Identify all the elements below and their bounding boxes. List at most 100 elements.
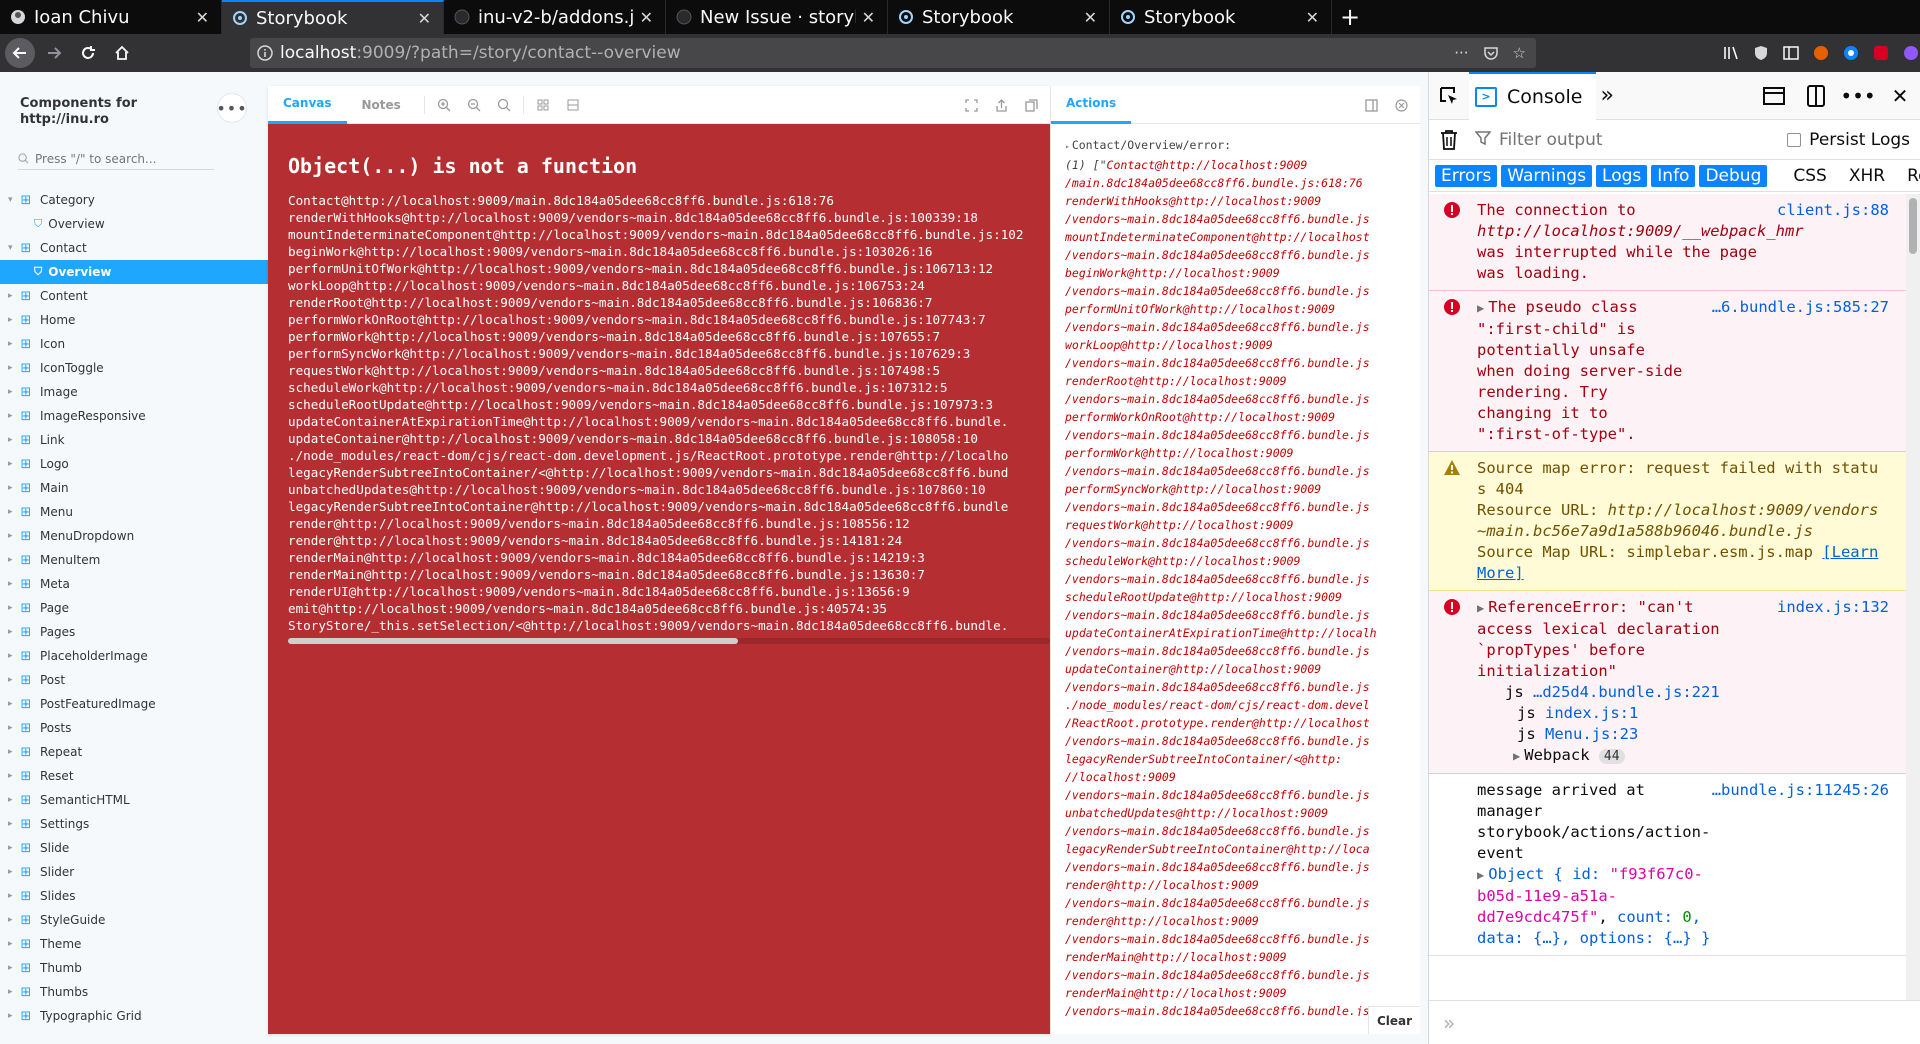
sidebar-group-item[interactable]: ▸ ⊞ PlaceholderImage xyxy=(0,644,268,668)
back-button[interactable] xyxy=(5,38,35,68)
share-icon[interactable] xyxy=(990,94,1012,116)
console-message-log[interactable]: …bundle.js:11245:26 message arrived at m… xyxy=(1429,774,1907,956)
tab-console[interactable]: > Console xyxy=(1469,71,1597,120)
sidebar-group-item[interactable]: ▸ ⊞ Content xyxy=(0,284,268,308)
zoom-in-icon[interactable] xyxy=(433,94,455,116)
close-icon[interactable]: ✕ xyxy=(1084,8,1097,27)
trash-icon[interactable] xyxy=(1429,129,1469,151)
expand-arrow-icon[interactable]: ▸ xyxy=(8,819,20,829)
library-icon[interactable] xyxy=(1720,42,1742,64)
pocket-icon[interactable] xyxy=(1483,45,1499,61)
extension-icon[interactable] xyxy=(1840,42,1862,64)
more-menu-button[interactable]: ••• xyxy=(216,94,247,122)
extension-icon[interactable] xyxy=(1870,42,1892,64)
sidebar-icon[interactable] xyxy=(1780,42,1802,64)
expand-arrow-icon[interactable]: ▸ xyxy=(8,675,20,685)
expand-arrow-icon[interactable]: ▸ xyxy=(1065,142,1070,151)
brand-title[interactable]: Components for http://inu.ro xyxy=(20,96,137,128)
forward-button[interactable] xyxy=(39,38,69,68)
sidebar-group-item[interactable]: ▸ ⊞ Theme xyxy=(0,932,268,956)
expand-arrow-icon[interactable]: ▸ xyxy=(8,915,20,925)
browser-tab-4[interactable]: New Issue · storybo ✕ xyxy=(666,0,888,34)
sidebar-group-item[interactable]: ▾ ⊞ Contact xyxy=(0,236,268,260)
url-bar[interactable]: localhost:9009/?path=/story/contact--ove… xyxy=(250,38,1536,68)
expand-arrow-icon[interactable]: ▸ xyxy=(8,459,20,469)
copy-icon[interactable] xyxy=(1020,94,1042,116)
scrollbar-thumb[interactable] xyxy=(288,638,738,644)
expand-arrow-icon[interactable]: ▸ xyxy=(8,627,20,637)
sidebar-group-item[interactable]: ▸ ⊞ PostFeaturedImage xyxy=(0,692,268,716)
browser-tab-6[interactable]: Storybook ✕ xyxy=(1110,0,1332,34)
expand-arrow-icon[interactable]: ▸ xyxy=(8,387,20,397)
filter-output-input[interactable]: Filter output xyxy=(1474,130,1603,150)
expand-arrow-icon[interactable]: ▸ xyxy=(8,651,20,661)
webpack-group[interactable]: ▶ Webpack 44 xyxy=(1513,745,1897,767)
stack-frame[interactable]: js index.js:1 xyxy=(1517,703,1897,724)
more-options-icon[interactable]: ••• xyxy=(1840,84,1875,108)
shield-icon[interactable] xyxy=(1750,42,1772,64)
sidebar-group-item[interactable]: ▸ ⊞ Main xyxy=(0,476,268,500)
message-source-link[interactable]: client.js:88 xyxy=(1777,200,1889,221)
expand-arrow-icon[interactable]: ▸ xyxy=(8,339,20,349)
action-name[interactable]: ▸ Contact/Overview/error: xyxy=(1065,136,1405,156)
close-icon[interactable]: ✕ xyxy=(862,8,875,27)
sidebar-group-item[interactable]: ▸ ⊞ IconToggle xyxy=(0,356,268,380)
expand-arrow-icon[interactable]: ▸ xyxy=(8,315,20,325)
stack-frame[interactable]: js …d25d4.bundle.js:221 xyxy=(1505,682,1897,703)
expand-arrow-icon[interactable]: ▸ xyxy=(8,963,20,973)
expand-arrow-icon[interactable]: ▸ xyxy=(8,411,20,421)
filter-logs-button[interactable]: Logs xyxy=(1596,164,1648,187)
persist-logs-checkbox[interactable]: Persist Logs xyxy=(1787,130,1910,150)
sidebar-group-item[interactable]: ▸ ⊞ MenuItem xyxy=(0,548,268,572)
sidebar-group-item[interactable]: ▸ ⊞ StyleGuide xyxy=(0,908,268,932)
sidebar-group-item[interactable]: ▸ ⊞ Pages xyxy=(0,620,268,644)
sidebar-story-item[interactable]: ⛉ Overview xyxy=(0,260,268,284)
expand-arrow-icon[interactable]: ▸ xyxy=(8,747,20,757)
sidebar-group-item[interactable]: ▸ ⊞ Home xyxy=(0,308,268,332)
browser-tab-1[interactable]: Ioan Chivu ✕ xyxy=(0,0,222,34)
filter-info-button[interactable]: Info xyxy=(1651,164,1696,187)
expand-arrow-icon[interactable]: ▸ xyxy=(8,723,20,733)
sidebar-group-item[interactable]: ▸ ⊞ Icon xyxy=(0,332,268,356)
message-source-link[interactable]: index.js:132 xyxy=(1777,597,1889,618)
sidebar-group-item[interactable]: ▸ ⊞ Slider xyxy=(0,860,268,884)
dock-side-icon[interactable] xyxy=(1804,84,1828,108)
console-input[interactable]: » xyxy=(1429,1000,1920,1044)
expand-arrow-icon[interactable]: ▶ xyxy=(1477,301,1484,315)
browser-tab-5[interactable]: Storybook ✕ xyxy=(888,0,1110,34)
filter-xhr-button[interactable]: XHR xyxy=(1843,165,1891,187)
expand-arrow-icon[interactable]: ▸ xyxy=(8,579,20,589)
filter-debug-button[interactable]: Debug xyxy=(1699,164,1768,187)
sidebar-story-item[interactable]: ⛉ Overview xyxy=(0,212,268,236)
home-button[interactable] xyxy=(107,38,137,68)
close-icon[interactable]: ✕ xyxy=(196,8,209,27)
expand-arrow-icon[interactable]: ▸ xyxy=(8,795,20,805)
logged-object[interactable]: ▶ Object { id: "f93f67c0-b05d-11e9-a51a-d… xyxy=(1477,864,1717,949)
expand-arrow-icon[interactable]: ▸ xyxy=(8,843,20,853)
expand-arrow-icon[interactable]: ▸ xyxy=(8,1011,20,1021)
sidebar-group-item[interactable]: ▸ ⊞ Typographic Grid xyxy=(0,1004,268,1028)
reload-button[interactable] xyxy=(73,38,103,68)
clear-button[interactable]: Clear xyxy=(1368,1006,1420,1034)
sidebar-group-item[interactable]: ▸ ⊞ Thumbs xyxy=(0,980,268,1004)
expand-arrow-icon[interactable]: ▸ xyxy=(8,507,20,517)
responsive-design-icon[interactable] xyxy=(1762,84,1786,108)
expand-arrow-icon[interactable]: ▶ xyxy=(1477,601,1484,615)
sidebar-group-item[interactable]: ▸ ⊞ Image xyxy=(0,380,268,404)
expand-arrow-icon[interactable]: ▶ xyxy=(1513,749,1520,763)
sidebar-group-item[interactable]: ▸ ⊞ SemanticHTML xyxy=(0,788,268,812)
close-icon[interactable] xyxy=(1390,94,1412,116)
filter-requests-button[interactable]: Reque xyxy=(1901,165,1920,187)
sidebar-group-item[interactable]: ▸ ⊞ Repeat xyxy=(0,740,268,764)
sidebar-group-item[interactable]: ▸ ⊞ Logo xyxy=(0,452,268,476)
tab-notes[interactable]: Notes xyxy=(347,86,416,124)
sidebar-group-item[interactable]: ▸ ⊞ Meta xyxy=(0,572,268,596)
sidebar-group-item[interactable]: ▸ ⊞ Link xyxy=(0,428,268,452)
tab-actions[interactable]: Actions xyxy=(1051,86,1132,124)
expand-arrow-icon[interactable]: ▸ xyxy=(8,483,20,493)
browser-tab-3[interactable]: inu-v2-b/addons.js ✕ xyxy=(444,0,666,34)
expand-arrow-icon[interactable]: ▾ xyxy=(8,195,20,205)
sidebar-group-item[interactable]: ▸ ⊞ Slides xyxy=(0,884,268,908)
expand-arrow-icon[interactable]: ▸ xyxy=(8,603,20,613)
panel-orientation-icon[interactable] xyxy=(1360,94,1382,116)
